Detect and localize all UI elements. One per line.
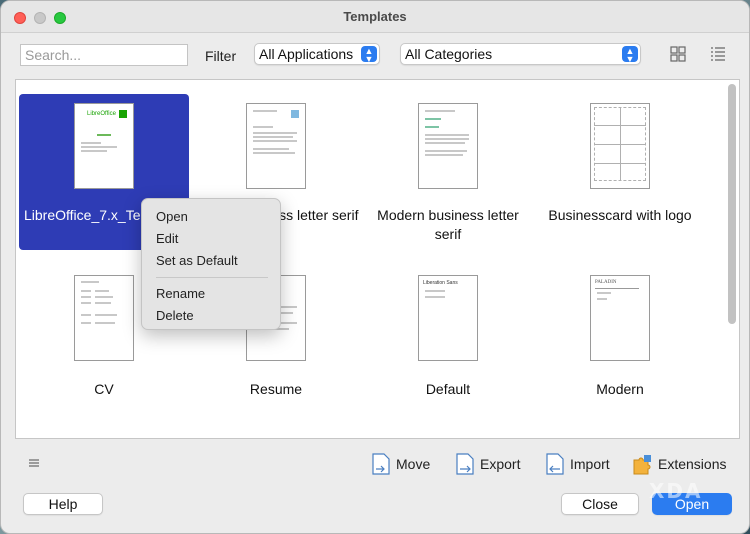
template-tile[interactable]: PALADIN Modern bbox=[535, 266, 705, 397]
menu-item-set-as-default[interactable]: Set as Default bbox=[142, 250, 280, 272]
template-name: Default bbox=[425, 381, 471, 397]
template-thumbnail bbox=[418, 103, 478, 189]
window-title: Templates bbox=[343, 9, 407, 24]
menu-separator bbox=[156, 277, 268, 278]
move-label: Move bbox=[396, 456, 431, 472]
move-button[interactable]: Move bbox=[370, 452, 436, 476]
menu-item-delete[interactable]: Delete bbox=[142, 305, 280, 327]
search-input[interactable] bbox=[20, 44, 188, 66]
template-thumbnail bbox=[590, 103, 650, 189]
puzzle-icon bbox=[633, 455, 651, 475]
libreoffice-logo-icon bbox=[119, 110, 127, 118]
extensions-button[interactable]: Extensions bbox=[632, 452, 732, 476]
extensions-label: Extensions bbox=[658, 456, 727, 472]
move-icon bbox=[372, 453, 390, 475]
default-thumb-heading: Liberation Sans bbox=[423, 280, 458, 286]
category-filter-value: All Categories bbox=[405, 46, 493, 62]
export-icon bbox=[456, 453, 474, 475]
select-arrows-icon: ▲ ▼ bbox=[361, 46, 377, 64]
template-thumbnail: Liberation Sans bbox=[418, 275, 478, 361]
list-view-icon[interactable] bbox=[709, 45, 727, 63]
modern-thumb-heading: PALADIN bbox=[595, 280, 617, 285]
application-filter-select[interactable]: All Applications ▲ ▼ bbox=[254, 43, 380, 65]
template-tile[interactable]: Businesscard with logo bbox=[535, 94, 705, 250]
templates-dialog: Templates Filter All Applications ▲▼ All… bbox=[0, 0, 750, 534]
hamburger-menu-icon[interactable] bbox=[28, 457, 40, 469]
libreoffice-logo: LibreOffice bbox=[87, 111, 116, 117]
template-name: Resume bbox=[249, 381, 303, 397]
templates-grid: LibreOffice LibreOffice_7.x_Te ness lett… bbox=[15, 79, 740, 439]
grid-view-icon[interactable] bbox=[669, 45, 687, 63]
xda-watermark: XDA bbox=[649, 479, 703, 503]
template-thumbnail: LibreOffice bbox=[74, 103, 134, 189]
template-name: Modern business letter serif bbox=[377, 207, 519, 242]
template-thumbnail bbox=[246, 103, 306, 189]
template-name: Businesscard with logo bbox=[548, 207, 692, 223]
import-label: Import bbox=[570, 456, 610, 472]
template-thumbnail: PALADIN bbox=[590, 275, 650, 361]
import-icon bbox=[546, 453, 564, 475]
menu-item-open[interactable]: Open bbox=[142, 206, 280, 228]
template-tile[interactable]: Modern business letter serif bbox=[363, 94, 533, 250]
template-name: CV bbox=[94, 381, 114, 397]
filter-label: Filter bbox=[205, 48, 237, 64]
import-button[interactable]: Import bbox=[544, 452, 616, 476]
template-thumbnail bbox=[74, 275, 134, 361]
category-filter-select[interactable]: All Categories ▲ ▼ bbox=[400, 43, 641, 65]
select-arrows-icon: ▲ ▼ bbox=[622, 46, 638, 64]
help-button[interactable]: Help bbox=[23, 493, 103, 515]
template-name: Modern bbox=[596, 381, 644, 397]
context-menu: Open Edit Set as Default Rename Delete bbox=[141, 198, 281, 330]
logo-placeholder-icon bbox=[291, 110, 299, 118]
close-button[interactable]: Close bbox=[561, 493, 639, 515]
application-filter-value: All Applications bbox=[259, 46, 354, 62]
export-button[interactable]: Export bbox=[454, 452, 526, 476]
vertical-scrollbar[interactable] bbox=[728, 84, 736, 324]
export-label: Export bbox=[480, 456, 521, 472]
title-bar: Templates bbox=[1, 1, 749, 33]
template-tile[interactable]: Liberation Sans Default bbox=[363, 266, 533, 397]
menu-item-edit[interactable]: Edit bbox=[142, 228, 280, 250]
menu-item-rename[interactable]: Rename bbox=[142, 283, 280, 305]
